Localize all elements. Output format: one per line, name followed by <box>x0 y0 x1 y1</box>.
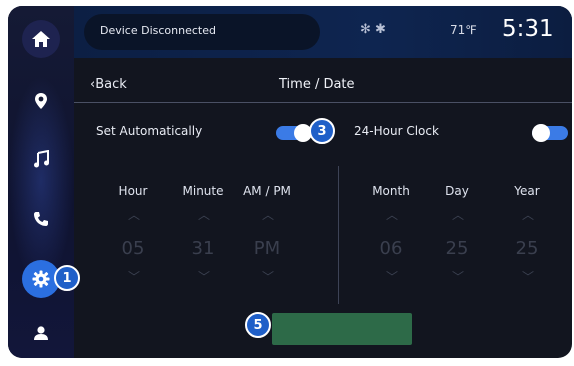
callout-1: 1 <box>54 265 80 291</box>
navigation-button[interactable] <box>22 82 60 120</box>
home-icon <box>32 31 50 47</box>
back-button[interactable]: ‹Back <box>90 77 127 92</box>
connection-status-text: Device Disconnected <box>100 24 216 37</box>
chevron-up-icon[interactable]: ︿ <box>198 206 210 223</box>
chevron-up-icon[interactable]: ︿ <box>128 206 140 223</box>
24-hour-clock-label: 24-Hour Clock <box>354 124 439 138</box>
callout-5: 5 <box>245 312 271 338</box>
toggle-knob <box>532 124 550 142</box>
set-automatically-toggle[interactable] <box>276 124 312 142</box>
chevron-down-icon[interactable]: ﹀ <box>198 268 210 285</box>
profile-icon <box>34 326 48 340</box>
music-icon <box>34 150 49 168</box>
callout-3: 3 <box>309 118 335 144</box>
chevron-up-icon[interactable]: ︿ <box>386 206 398 223</box>
page-header: ‹Back Time / Date <box>74 64 572 102</box>
location-icon <box>35 93 47 109</box>
chevron-down-icon[interactable]: ﹀ <box>522 268 534 285</box>
save-button[interactable] <box>272 313 412 345</box>
chevron-down-icon[interactable]: ﹀ <box>262 268 274 285</box>
media-button[interactable] <box>22 140 60 178</box>
year-value: 25 <box>515 238 539 259</box>
month-value: 06 <box>379 238 403 259</box>
minute-value: 31 <box>191 238 215 259</box>
ampm-value: PM <box>253 238 281 259</box>
picker-divider <box>338 166 339 304</box>
status-icons: ✻ ✱ <box>360 22 386 37</box>
clock-time: 5:31 <box>502 16 554 42</box>
profile-button[interactable] <box>22 314 60 352</box>
ampm-label: AM / PM <box>243 184 291 198</box>
phone-icon <box>34 212 48 226</box>
month-label: Month <box>372 184 410 198</box>
chevron-up-icon[interactable]: ︿ <box>262 206 274 223</box>
infotainment-screen: 1 Device Disconnected ✻ ✱ 71℉ 5:31 ‹Back… <box>8 6 572 358</box>
chevron-up-icon[interactable]: ︿ <box>522 206 534 223</box>
chevron-down-icon[interactable]: ﹀ <box>452 268 464 285</box>
hour-value: 05 <box>121 238 145 259</box>
year-label: Year <box>514 184 540 198</box>
day-value: 25 <box>445 238 469 259</box>
status-bar: Device Disconnected ✻ ✱ 71℉ 5:31 <box>74 6 572 58</box>
header-divider <box>74 102 572 103</box>
outside-temperature: 71℉ <box>450 23 477 37</box>
settings-icon <box>32 270 50 288</box>
home-button[interactable] <box>22 20 60 58</box>
phone-button[interactable] <box>22 200 60 238</box>
chevron-down-icon[interactable]: ﹀ <box>128 268 140 285</box>
minute-label: Minute <box>182 184 224 198</box>
chevron-up-icon[interactable]: ︿ <box>452 206 464 223</box>
24-hour-clock-toggle[interactable] <box>532 124 568 142</box>
chevron-down-icon[interactable]: ﹀ <box>386 268 398 285</box>
page-title: Time / Date <box>279 77 355 92</box>
day-label: Day <box>445 184 469 198</box>
connection-status-pill: Device Disconnected <box>84 14 320 50</box>
set-automatically-label: Set Automatically <box>96 124 203 138</box>
hour-label: Hour <box>118 184 148 198</box>
side-rail <box>8 6 74 358</box>
